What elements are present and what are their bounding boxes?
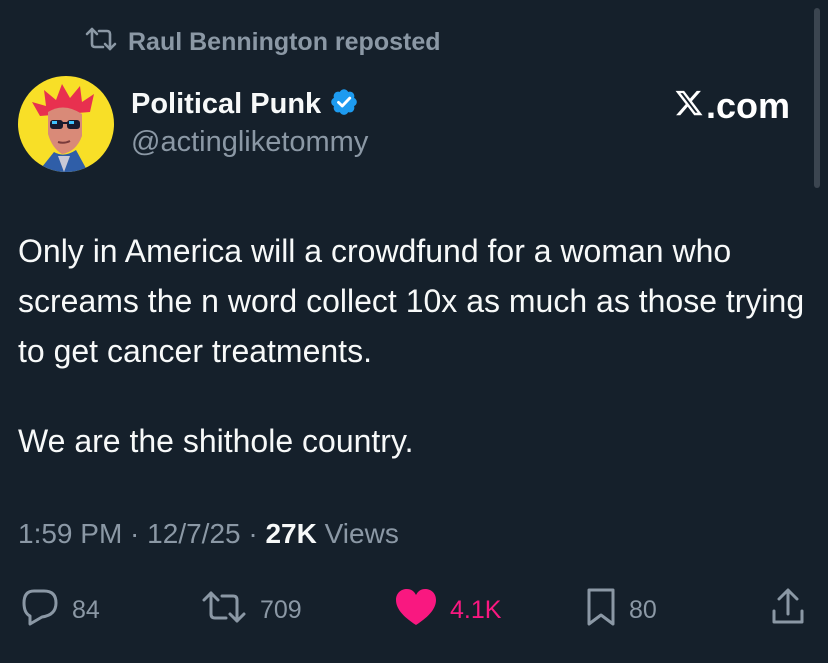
x-com-brand: .com [673,84,790,128]
meta-separator: · [240,518,266,549]
display-name[interactable]: Political Punk [131,88,321,121]
action-bar: 84 709 4.1K 80 [0,582,828,638]
reply-icon [20,587,60,634]
author-handle[interactable]: @actingliketommy [131,126,368,159]
repost-button[interactable]: 709 [200,582,302,638]
bookmark-count: 80 [629,595,657,624]
tweet-paragraph: We are the shithole country. [18,423,414,459]
author-name-row[interactable]: Political Punk [131,84,359,124]
reply-count: 84 [72,595,100,624]
repost-count: 709 [260,595,302,624]
bookmark-button[interactable]: 80 [585,582,657,638]
like-count: 4.1K [450,595,502,624]
x-logo-icon [673,85,706,127]
repost-icon [200,589,248,632]
tweet-time[interactable]: 1:59 PM [18,518,122,549]
reply-button[interactable]: 84 [20,582,100,638]
tweet-date[interactable]: 12/7/25 [147,518,240,549]
tweet-paragraph: Only in America will a crowdfund for a w… [18,233,805,369]
bookmark-icon [585,587,617,634]
verified-badge-icon [321,87,359,122]
share-button[interactable] [770,582,806,638]
repost-icon [84,26,128,59]
scrollbar[interactable] [814,8,820,188]
like-button[interactable]: 4.1K [394,582,501,638]
repost-banner[interactable]: Raul Bennington reposted [84,24,441,60]
tweet-meta: 1:59 PM · 12/7/25 · 27K Views [18,518,399,550]
x-com-suffix: .com [705,85,790,126]
meta-separator: · [122,518,148,549]
heart-icon [394,587,438,634]
share-icon [770,587,806,634]
repost-banner-text: Raul Bennington reposted [128,27,441,56]
views-label: Views [316,518,399,549]
views-count[interactable]: 27K [265,518,316,549]
tweet-text: Only in America will a crowdfund for a w… [18,226,808,466]
avatar[interactable] [18,76,114,172]
